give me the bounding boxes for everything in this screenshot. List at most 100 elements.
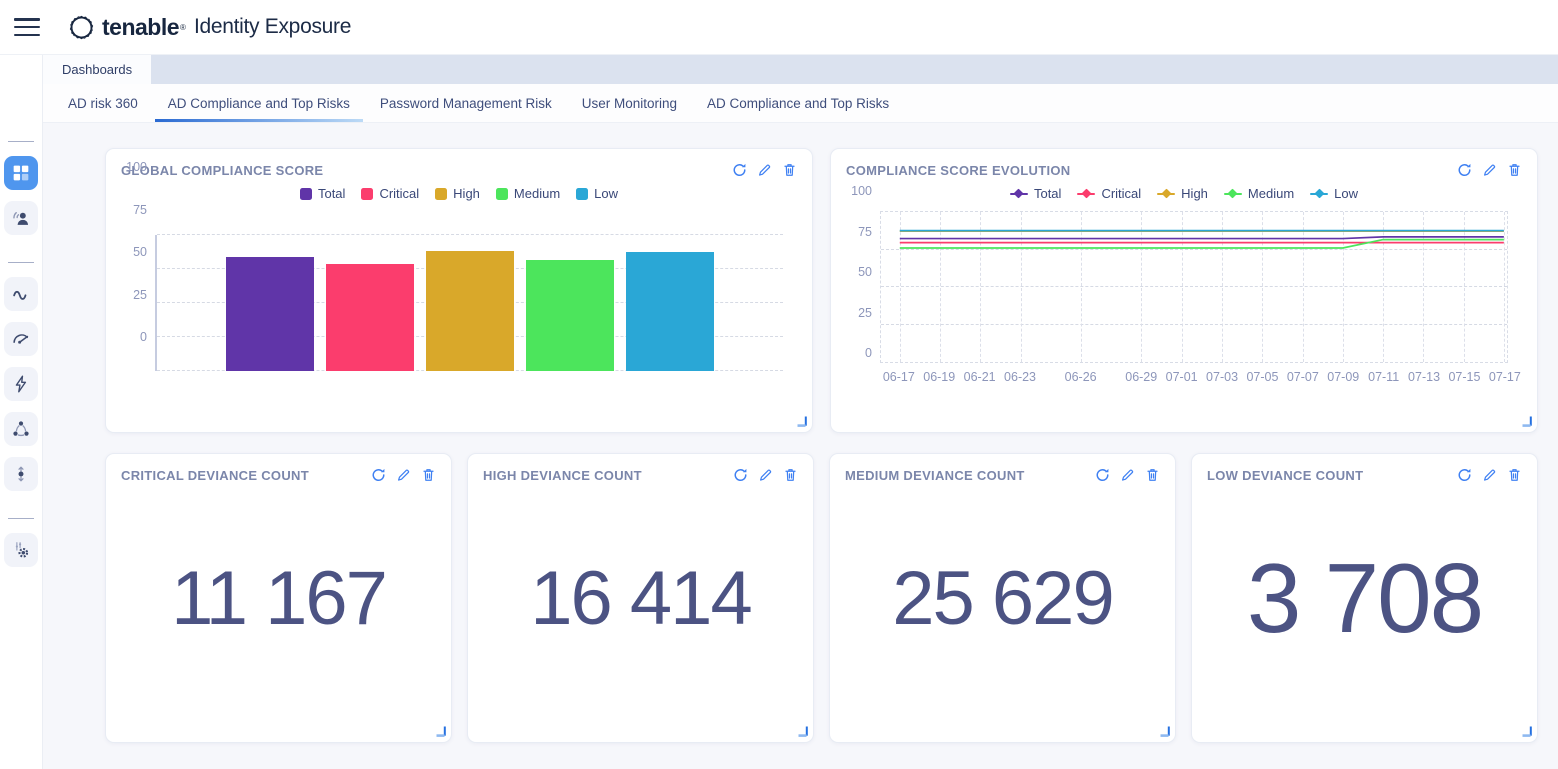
tab-ad-risk-360[interactable]: AD risk 360 <box>53 84 153 122</box>
legend-label: Critical <box>1101 186 1142 201</box>
y-axis-tick: 0 <box>865 346 872 360</box>
legend-diamond <box>1014 188 1024 199</box>
line-series-medium <box>900 240 1504 248</box>
edit-icon[interactable] <box>758 467 773 483</box>
deviance-count-value: 16 414 <box>530 556 752 641</box>
deviance-count-value: 25 629 <box>892 556 1114 641</box>
bar-medium <box>526 260 614 371</box>
x-axis-tick: 07-07 <box>1286 370 1319 384</box>
tab-ad-compliance-and-top-risks-2[interactable]: AD Compliance and Top Risks <box>692 84 904 122</box>
legend-swatch <box>299 187 312 200</box>
brand-trademark: ® <box>180 22 186 32</box>
card-title: COMPLIANCE SCORE EVOLUTION <box>846 162 1071 178</box>
legend-line-marker <box>1009 188 1028 199</box>
line-chart-legend: Total Critical High Medium Low <box>846 186 1522 201</box>
refresh-icon[interactable] <box>732 162 747 178</box>
bar-high <box>426 250 514 371</box>
y-axis-tick: 25 <box>858 305 872 320</box>
y-axis-tick: 100 <box>126 160 147 174</box>
x-axis-tick: 07-09 <box>1327 370 1360 384</box>
refresh-icon[interactable] <box>733 467 748 483</box>
x-axis-tick: 07-03 <box>1206 370 1239 384</box>
x-axis-tick: 07-11 <box>1368 370 1400 384</box>
y-axis-tick: 50 <box>858 265 872 279</box>
legend-label: Total <box>317 186 346 201</box>
legend-line-marker <box>1223 188 1242 199</box>
card-medium-deviance-count: MEDIUM DEVIANCE COUNT 25 629 <box>829 453 1176 743</box>
sidebar-divider <box>8 262 34 263</box>
trash-icon[interactable] <box>1145 467 1160 483</box>
sidebar-item-attack-path[interactable] <box>4 457 38 491</box>
breadcrumb-tab-dashboards[interactable]: Dashboards <box>43 55 152 84</box>
sidebar-item-indicators[interactable] <box>4 322 38 356</box>
refresh-icon[interactable] <box>1095 467 1110 483</box>
resize-handle-icon[interactable] <box>1520 725 1532 737</box>
trash-icon[interactable] <box>782 162 797 178</box>
card-low-deviance-count: LOW DEVIANCE COUNT 3 708 <box>1191 453 1538 743</box>
legend-label: Total <box>1033 186 1062 201</box>
resize-handle-icon[interactable] <box>795 415 807 427</box>
bar-low <box>626 252 714 371</box>
trash-icon[interactable] <box>421 467 436 483</box>
legend-swatch <box>435 187 448 200</box>
card-title: LOW DEVIANCE COUNT <box>1207 467 1364 483</box>
sidebar-item-settings[interactable] <box>4 533 38 567</box>
x-axis-tick: 06-21 <box>963 370 996 384</box>
refresh-icon[interactable] <box>1457 467 1472 483</box>
tenable-logo-icon <box>69 15 94 39</box>
y-axis-tick: 50 <box>133 245 147 259</box>
x-axis-tick: 07-17 <box>1488 370 1521 384</box>
legend-item-low: Low <box>576 186 618 201</box>
refresh-icon[interactable] <box>1457 162 1472 178</box>
x-axis-tick: 07-13 <box>1408 370 1441 384</box>
tab-password-management-risk[interactable]: Password Management Risk <box>365 84 567 122</box>
settings-gear-icon <box>15 542 29 558</box>
bar-total <box>226 257 314 371</box>
resize-handle-icon[interactable] <box>1520 415 1532 427</box>
legend-diamond <box>1081 188 1092 199</box>
sidebar-divider <box>8 518 34 519</box>
sidebar-item-identity-explorer[interactable] <box>4 201 38 235</box>
trash-icon[interactable] <box>1507 162 1522 178</box>
edit-icon[interactable] <box>1120 467 1135 483</box>
sidebar-item-attacks[interactable] <box>4 367 38 401</box>
edit-icon[interactable] <box>757 162 772 178</box>
menu-icon[interactable] <box>14 18 40 36</box>
attacks-bolt-icon <box>15 375 27 393</box>
trail-flow-icon <box>13 290 27 300</box>
legend-label: Low <box>594 186 619 201</box>
trash-icon[interactable] <box>783 467 798 483</box>
x-axis-labels: 06-17 06-19 06-21 06-23 06-26 06-29 07-01 07-03… <box>880 368 1521 388</box>
edit-icon[interactable] <box>1482 162 1497 178</box>
legend-label: High <box>453 186 480 201</box>
legend-item-high: High <box>435 186 480 201</box>
card-critical-deviance-count: CRITICAL DEVIANCE COUNT 11 167 <box>105 453 452 743</box>
deviance-count-value: 11 167 <box>171 556 388 641</box>
attack-path-icon <box>18 466 24 482</box>
card-compliance-score-evolution: COMPLIANCE SCORE EVOLUTION Total Critical… <box>830 148 1538 433</box>
resize-handle-icon[interactable] <box>796 725 808 737</box>
compliance-evolution-line-chart: 0 25 50 75 100 <box>846 184 1508 363</box>
x-axis-tick: 06-17 <box>882 370 915 384</box>
x-axis-tick: 06-29 <box>1125 370 1158 384</box>
legend-item-critical: Critical <box>361 186 419 201</box>
legend-swatch <box>576 187 589 200</box>
y-axis-tick: 75 <box>858 224 872 239</box>
legend-label: High <box>1181 186 1208 201</box>
resize-handle-icon[interactable] <box>434 725 446 737</box>
legend-item-medium: Medium <box>495 186 560 201</box>
edit-icon[interactable] <box>396 467 411 483</box>
sidebar-item-dashboards[interactable] <box>4 156 38 190</box>
sidebar-divider <box>8 141 34 142</box>
tab-ad-compliance-and-top-risks[interactable]: AD Compliance and Top Risks <box>153 84 365 122</box>
resize-handle-icon[interactable] <box>1158 725 1170 737</box>
sidebar-item-trail-flow[interactable] <box>4 277 38 311</box>
refresh-icon[interactable] <box>371 467 386 483</box>
dashboard-content: GLOBAL COMPLIANCE SCORE Total Critical Hig… <box>43 123 1558 769</box>
x-axis-tick: 07-15 <box>1448 370 1481 384</box>
legend-item-high: High <box>1157 186 1208 201</box>
trash-icon[interactable] <box>1507 467 1522 483</box>
sidebar-item-topology[interactable] <box>4 412 38 446</box>
edit-icon[interactable] <box>1482 467 1497 483</box>
tab-user-monitoring[interactable]: User Monitoring <box>567 84 692 122</box>
